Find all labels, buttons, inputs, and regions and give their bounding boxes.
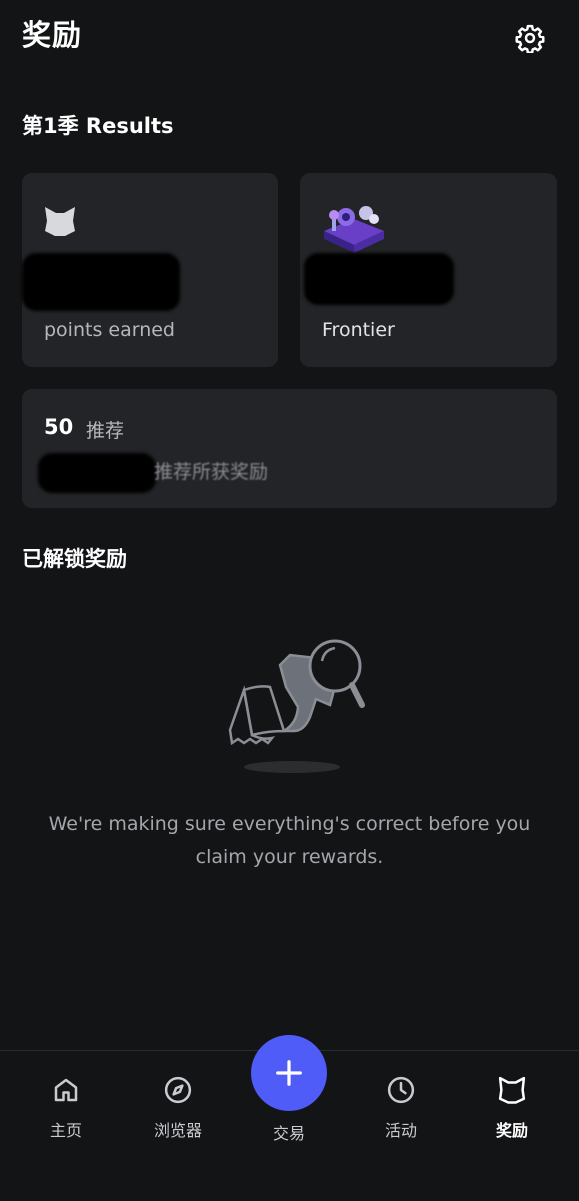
nav-item-home[interactable]: 主页 — [26, 1075, 106, 1141]
referral-rewards-label: 推荐所获奖励 — [154, 461, 269, 483]
compass-icon — [164, 1076, 192, 1104]
redacted-referral-rewards — [38, 453, 156, 493]
referral-card: 50 推荐 推荐所获奖励 — [22, 389, 557, 508]
referral-count-label: 推荐 — [86, 420, 125, 442]
redacted-tier-value — [304, 253, 454, 305]
gear-icon — [515, 24, 545, 53]
nav-label-activity: 活动 — [384, 1121, 417, 1140]
empty-state-message: We're making sure everything's correct b… — [48, 813, 531, 868]
nav-label-rewards: 奖励 — [495, 1121, 528, 1140]
settings-button[interactable] — [512, 20, 548, 56]
page-title: 奖励 — [22, 18, 83, 52]
nav-item-browser[interactable]: 浏览器 — [138, 1075, 218, 1141]
fox-logo-icon — [45, 207, 75, 236]
plus-icon — [276, 1060, 302, 1086]
unlocked-rewards-title: 已解锁奖励 — [22, 547, 127, 571]
nav-label-browser: 浏览器 — [153, 1121, 202, 1140]
clock-icon — [387, 1076, 415, 1104]
tier-label: Frontier — [322, 319, 395, 341]
points-label: points earned — [44, 319, 175, 341]
referral-count: 50 — [44, 415, 74, 439]
tier-card: Frontier — [300, 173, 557, 367]
nav-item-activity[interactable]: 活动 — [361, 1075, 441, 1141]
fox-logo-icon — [498, 1076, 526, 1104]
season-results-title: 第1季 Results — [22, 114, 174, 138]
trade-button[interactable] — [251, 1035, 327, 1111]
nav-label-home: 主页 — [49, 1121, 82, 1140]
redacted-points-value — [22, 253, 180, 311]
home-icon — [54, 1078, 78, 1102]
search-document-illustration — [228, 639, 365, 773]
nav-label-trade: 交易 — [272, 1124, 305, 1143]
points-card: points earned — [22, 173, 278, 367]
frontier-island-icon — [324, 206, 384, 253]
nav-item-rewards[interactable]: 奖励 — [472, 1075, 552, 1141]
